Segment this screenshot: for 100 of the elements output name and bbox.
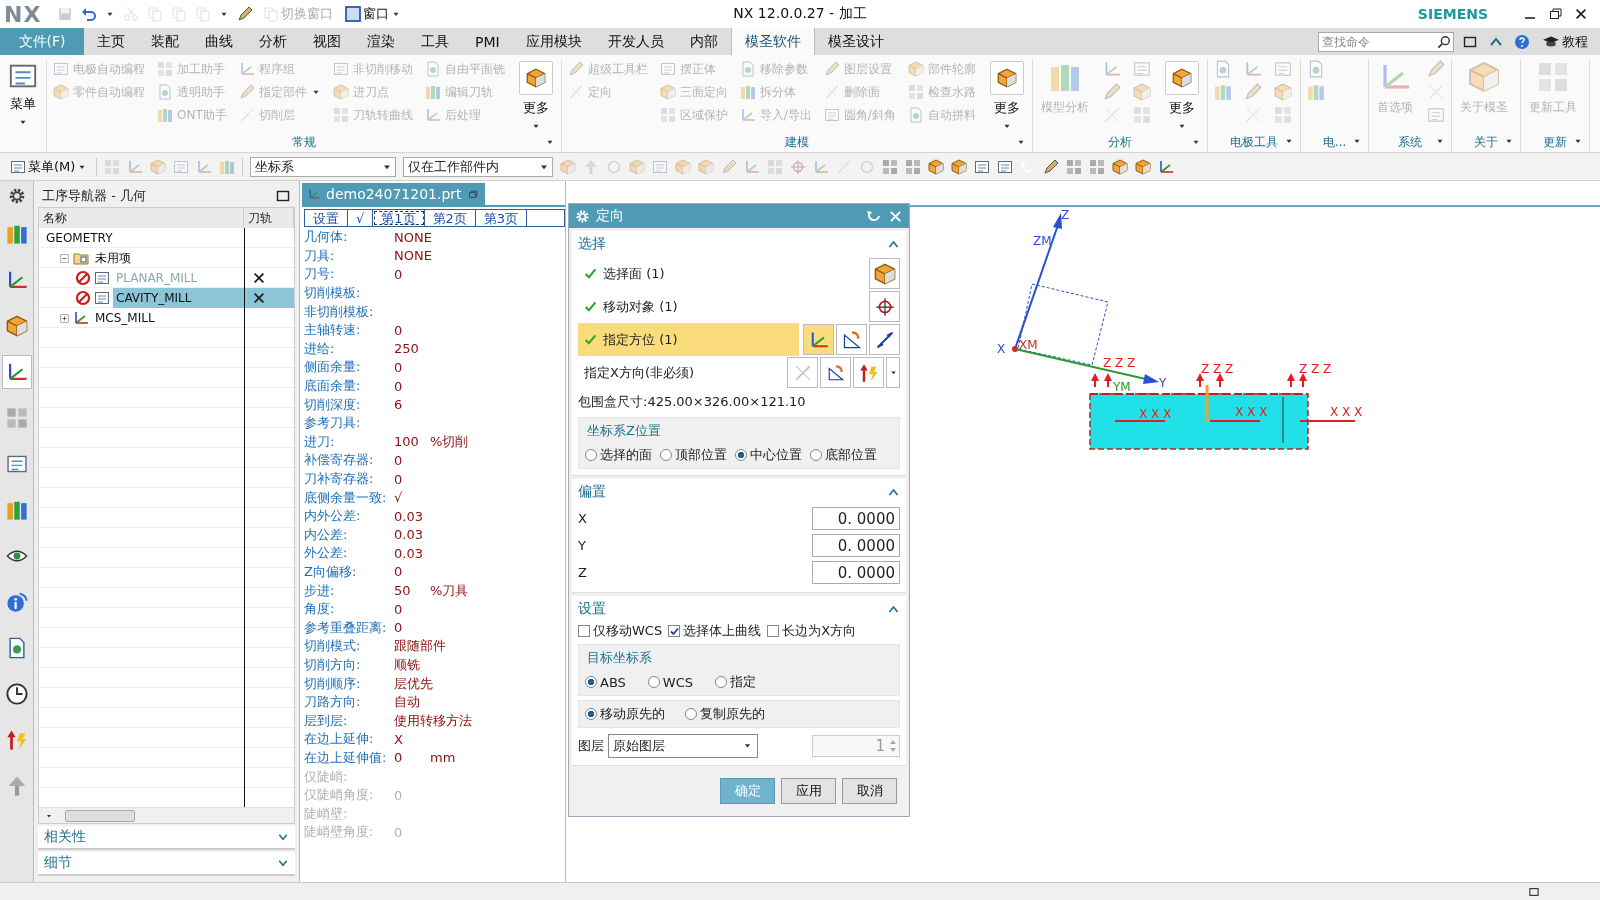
pen-icon[interactable]: [1043, 158, 1060, 175]
navigator-title: 工序导航器 - 几何: [42, 187, 146, 205]
section-header[interactable]: 偏置: [578, 479, 900, 505]
settings-icon[interactable]: [7, 187, 26, 205]
books-icon[interactable]: [219, 158, 236, 175]
more-button[interactable]: 更多: [985, 59, 1028, 133]
copy-mode-radio[interactable]: [685, 708, 697, 720]
target-csys-radio[interactable]: [585, 676, 597, 688]
grid-icon[interactable]: [905, 158, 922, 175]
z-position-radio[interactable]: [735, 449, 747, 461]
grid-icon[interactable]: [1089, 158, 1106, 175]
menu-tab[interactable]: 视图: [300, 28, 354, 55]
maximize-icon[interactable]: [275, 188, 291, 204]
offset-input[interactable]: 0. 0000: [812, 561, 900, 584]
option-checkbox[interactable]: [668, 625, 681, 637]
menu-tab[interactable]: PMI: [462, 28, 513, 55]
orient-button[interactable]: [836, 324, 867, 355]
section-header[interactable]: 设置: [578, 596, 900, 622]
restore-icon[interactable]: [1548, 6, 1564, 22]
tree-item[interactable]: MCS_MILL: [92, 308, 158, 328]
expand-icon[interactable]: [59, 312, 70, 324]
z-position-radio[interactable]: [585, 449, 597, 461]
menu-tab[interactable]: 应用模块: [512, 28, 595, 55]
collapsible-panel-header[interactable]: 细节: [38, 852, 295, 876]
vector-button[interactable]: [820, 357, 851, 388]
pen-icon: [823, 61, 840, 77]
selection-step[interactable]: 指定方位 (1): [578, 323, 799, 356]
menu-tab[interactable]: 工具: [408, 28, 462, 55]
selection-step[interactable]: 移动对象 (1): [578, 290, 865, 323]
collapse-icon[interactable]: [59, 252, 70, 264]
brand-logo: SIEMENS: [1417, 6, 1488, 22]
reverse-button[interactable]: [869, 324, 900, 355]
more-button[interactable]: 更多: [514, 59, 557, 133]
more-button[interactable]: 更多: [1160, 59, 1203, 133]
cube-icon[interactable]: [951, 158, 968, 175]
reset-icon[interactable]: [866, 208, 882, 224]
menu-tab[interactable]: 开发人员: [594, 28, 677, 55]
menu-button[interactable]: 菜单(M): [8, 155, 90, 178]
target-csys-radio[interactable]: [647, 676, 660, 688]
panel-icon: [1132, 60, 1151, 78]
z-position-radio[interactable]: [660, 449, 672, 461]
search-field[interactable]: 查找命令: [1318, 31, 1454, 52]
dialog-button[interactable]: 取消: [842, 778, 897, 804]
option-checkbox[interactable]: [578, 625, 590, 637]
window-icon: [345, 6, 362, 22]
collapsible-panel-header[interactable]: 相关性: [38, 826, 295, 850]
menu-tab[interactable]: 渲染: [354, 28, 408, 55]
filter-dropdown[interactable]: 坐标系: [250, 156, 397, 177]
menu-tab[interactable]: 曲线: [192, 28, 246, 55]
tutorial-link[interactable]: 教程: [1540, 30, 1590, 53]
option-checkbox[interactable]: [767, 625, 780, 637]
tree-item[interactable]: CAVITY_MILL: [113, 288, 244, 308]
z-position-radio[interactable]: [810, 449, 822, 461]
selection-step[interactable]: 选择面 (1): [578, 257, 865, 290]
filter-dropdown[interactable]: 仅在工作部件内: [403, 156, 554, 177]
crosshair-icon[interactable]: [790, 158, 807, 175]
page-tab[interactable]: 第1页: [373, 210, 425, 226]
csys-button[interactable]: [803, 324, 834, 355]
tree-item[interactable]: 未用项: [92, 248, 134, 268]
menu-tab[interactable]: 装配: [138, 28, 192, 55]
layer-dropdown[interactable]: 原始图层: [608, 733, 758, 758]
menu-tab[interactable]: 主页: [84, 28, 138, 55]
section-header[interactable]: 选择: [578, 231, 900, 257]
window-menu-button[interactable]: 窗口: [343, 3, 404, 25]
cube-icon[interactable]: [1135, 158, 1152, 175]
tree-item[interactable]: GEOMETRY: [43, 228, 116, 248]
cube-icon[interactable]: [1112, 158, 1129, 175]
menu-tab[interactable]: 模圣设计: [814, 28, 897, 55]
parameter-label: 切削方向:: [304, 655, 362, 674]
vector-button[interactable]: [853, 357, 884, 388]
axes-icon[interactable]: [1158, 158, 1175, 175]
point-select-button[interactable]: [869, 291, 900, 322]
grid-icon[interactable]: [882, 158, 899, 175]
dialog-button[interactable]: 应用: [781, 778, 836, 804]
axis-label: X: [997, 342, 1006, 356]
cube-icon[interactable]: [928, 158, 945, 175]
menu-tab[interactable]: 内部: [676, 28, 731, 55]
grid-icon[interactable]: [1066, 158, 1083, 175]
offset-input[interactable]: 0. 0000: [812, 534, 900, 557]
file-tab[interactable]: demo24071201.prt: [302, 183, 485, 205]
menu-tab[interactable]: 分析: [246, 28, 300, 55]
scrollbar-thumb[interactable]: [65, 809, 135, 822]
panel-icon[interactable]: [997, 158, 1014, 175]
save-icon[interactable]: [57, 6, 74, 22]
parameter-value: 0: [394, 787, 404, 803]
pen-icon[interactable]: [237, 6, 254, 22]
menu-button[interactable]: 菜单: [4, 59, 42, 129]
axis-label: Z: [1061, 208, 1070, 222]
close-icon[interactable]: [1574, 7, 1588, 21]
undo-icon[interactable]: [81, 6, 98, 22]
axis-label: Y: [1159, 376, 1167, 390]
offset-input[interactable]: 0. 0000: [812, 507, 900, 530]
file-menu-tab[interactable]: 文件(F): [0, 28, 84, 55]
help-icon[interactable]: [1514, 33, 1530, 50]
face-select-button[interactable]: [869, 258, 900, 289]
menu-tab[interactable]: 模圣软件: [730, 28, 815, 55]
resource-tab[interactable]: [1, 355, 32, 389]
target-csys-radio[interactable]: [715, 676, 728, 688]
panel-icon[interactable]: [974, 158, 991, 175]
copy-mode-radio[interactable]: [585, 708, 597, 720]
